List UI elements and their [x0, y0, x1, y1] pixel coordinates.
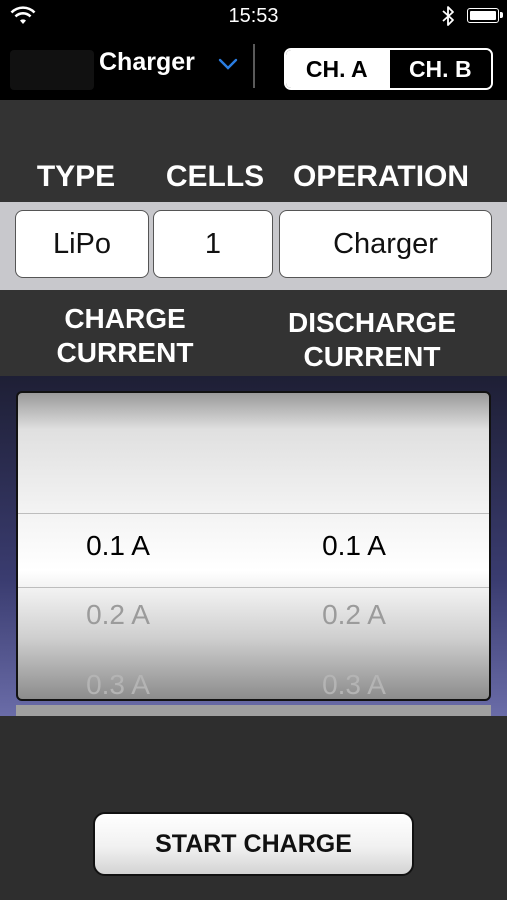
discharge-current-label: DISCHARGE CURRENT [287, 307, 456, 372]
status-bar: 15:53 [0, 0, 507, 32]
operation-header: OPERATION [292, 160, 470, 193]
chevron-down-icon[interactable] [217, 56, 239, 72]
current-picker[interactable]: 0.1 A 0.2 A 0.3 A 0.1 A 0.2 A 0.3 A [16, 391, 491, 701]
discharge-option[interactable]: 0.3 A [274, 669, 434, 699]
mode-title[interactable]: Charger [99, 48, 195, 77]
start-charge-button[interactable]: START CHARGE [93, 812, 414, 876]
tab-channel-a[interactable]: CH. A [286, 50, 388, 88]
settings-header-row: TYPE CELLS OPERATION [0, 152, 507, 204]
current-header-band: CHARGE CURRENT DISCHARGE CURRENT [0, 290, 507, 376]
type-header: TYPE [36, 160, 116, 193]
picker-selection-line-top [18, 513, 489, 514]
picker-bottom-edge [16, 705, 491, 716]
type-selector[interactable]: LiPo [15, 210, 149, 278]
settings-selector-row: LiPo 1 Charger [0, 202, 507, 290]
spacer-band [0, 100, 507, 152]
cells-header: CELLS [165, 160, 265, 193]
nav-divider [253, 44, 255, 88]
charge-option-selected[interactable]: 0.1 A [38, 530, 198, 562]
tab-channel-b[interactable]: CH. B [387, 50, 491, 88]
discharge-option[interactable]: 0.2 A [274, 599, 434, 631]
battery-icon [467, 8, 503, 23]
channel-selector: CH. A CH. B [284, 48, 493, 90]
nav-bar: Charger CH. A CH. B [0, 32, 507, 100]
operation-selector[interactable]: Charger [279, 210, 492, 278]
charge-option[interactable]: 0.3 A [38, 669, 198, 699]
discharge-option-selected[interactable]: 0.1 A [274, 530, 434, 562]
picker-selection-line-bottom [18, 587, 489, 588]
cells-selector[interactable]: 1 [153, 210, 273, 278]
charge-current-label: CHARGE CURRENT [56, 303, 194, 368]
back-button-area[interactable] [10, 50, 94, 90]
charge-option[interactable]: 0.2 A [38, 599, 198, 631]
clock: 15:53 [228, 5, 279, 27]
bluetooth-icon [442, 6, 454, 26]
